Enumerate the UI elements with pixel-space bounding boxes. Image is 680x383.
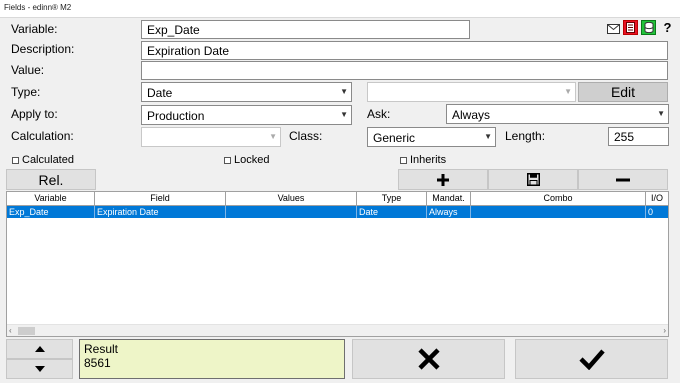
type-label: Type: xyxy=(11,85,41,99)
help-icon[interactable]: ? xyxy=(660,20,675,35)
minus-icon xyxy=(616,178,630,181)
ok-button[interactable] xyxy=(515,339,668,379)
column-header-io[interactable]: I/O xyxy=(646,192,668,206)
rel-button[interactable]: Rel. xyxy=(6,169,96,190)
column-header-field[interactable]: Field xyxy=(95,192,226,206)
table-cell-variable: Exp_Date xyxy=(7,206,95,218)
result-panel: Result 8561 xyxy=(79,339,345,379)
checkbox-icon xyxy=(400,156,407,164)
column-header-combo[interactable]: Combo xyxy=(471,192,646,206)
move-down-button[interactable] xyxy=(6,359,73,379)
type-select-value: Date xyxy=(147,86,173,100)
chevron-down-icon: ▼ xyxy=(484,132,492,141)
edit-button[interactable]: Edit xyxy=(578,82,668,102)
chevron-down-icon: ▼ xyxy=(340,87,348,96)
close-icon xyxy=(417,348,440,370)
description-label: Description: xyxy=(11,42,75,56)
column-header-variable[interactable]: Variable xyxy=(7,192,95,206)
column-header-mandat[interactable]: Mandat. xyxy=(427,192,471,206)
ask-label: Ask: xyxy=(367,107,391,121)
class-select[interactable]: Generic ▼ xyxy=(367,127,496,147)
apply-to-label: Apply to: xyxy=(11,107,58,121)
window-titlebar: Fields - edinn® M2 xyxy=(0,0,680,18)
result-value: 8561 xyxy=(84,356,111,370)
scroll-right-icon[interactable]: › xyxy=(663,326,666,335)
plus-icon xyxy=(437,173,449,186)
arrow-down-icon xyxy=(34,366,45,372)
calculated-label: Calculated xyxy=(22,154,74,166)
table-cell-field: Expiration Date xyxy=(95,206,226,218)
locked-label: Locked xyxy=(234,154,270,166)
description-input[interactable]: Expiration Date xyxy=(141,41,668,60)
table-cell-values xyxy=(226,206,357,218)
locked-checkbox[interactable]: Locked xyxy=(224,154,269,166)
apply-to-select[interactable]: Production ▼ xyxy=(141,105,352,125)
window-title: Fields - edinn® M2 xyxy=(4,3,72,12)
table-cell-combo xyxy=(471,206,646,218)
table-cell-io: 0 xyxy=(648,207,654,217)
class-label: Class: xyxy=(289,129,323,143)
variable-label: Variable: xyxy=(11,22,58,36)
red-document-icon[interactable] xyxy=(623,20,638,35)
horizontal-scrollbar[interactable]: ‹ › xyxy=(7,324,668,336)
scrollbar-thumb[interactable] xyxy=(18,327,35,335)
checkbox-icon xyxy=(12,156,19,164)
chevron-down-icon: ▼ xyxy=(657,109,665,118)
chevron-down-icon: ▼ xyxy=(340,110,348,119)
table-cell-mandat: Always xyxy=(427,206,471,218)
ask-value: Always xyxy=(452,108,491,122)
cancel-button[interactable] xyxy=(352,339,505,379)
type-select[interactable]: Date ▼ xyxy=(141,82,352,102)
length-input[interactable]: 255 xyxy=(608,127,669,146)
fields-table[interactable]: Variable Field Values Type Mandat. Combo… xyxy=(6,191,669,337)
arrow-up-icon xyxy=(34,346,45,352)
variable-input[interactable]: Exp_Date xyxy=(141,20,470,39)
green-database-icon[interactable] xyxy=(641,20,656,35)
value-label: Value: xyxy=(11,63,45,77)
apply-to-value: Production xyxy=(147,109,205,123)
class-value: Generic xyxy=(373,131,416,145)
add-button[interactable] xyxy=(398,169,488,190)
column-header-values[interactable]: Values xyxy=(226,192,357,206)
mail-icon[interactable] xyxy=(606,21,621,36)
save-button[interactable] xyxy=(488,169,578,190)
calculated-checkbox[interactable]: Calculated xyxy=(12,154,74,166)
move-up-button[interactable] xyxy=(6,339,73,359)
calculation-label: Calculation: xyxy=(11,129,74,143)
length-label: Length: xyxy=(505,129,546,143)
calculation-select[interactable]: ▼ xyxy=(141,127,281,147)
result-label: Result xyxy=(84,342,119,356)
type-detail-select[interactable]: ▼ xyxy=(367,82,576,102)
chevron-down-icon: ▼ xyxy=(269,132,277,141)
checkbox-icon xyxy=(224,156,231,164)
save-icon xyxy=(526,173,540,186)
table-cell-type: Date xyxy=(357,206,427,218)
inherits-label: Inherits xyxy=(410,154,447,166)
column-header-type[interactable]: Type xyxy=(357,192,427,206)
value-input[interactable] xyxy=(141,61,668,80)
chevron-down-icon: ▼ xyxy=(564,87,572,96)
inherits-checkbox[interactable]: Inherits xyxy=(400,154,446,166)
scroll-left-icon[interactable]: ‹ xyxy=(9,326,12,335)
remove-button[interactable] xyxy=(578,169,668,190)
ask-select[interactable]: Always ▼ xyxy=(446,104,669,124)
check-icon xyxy=(578,349,605,370)
